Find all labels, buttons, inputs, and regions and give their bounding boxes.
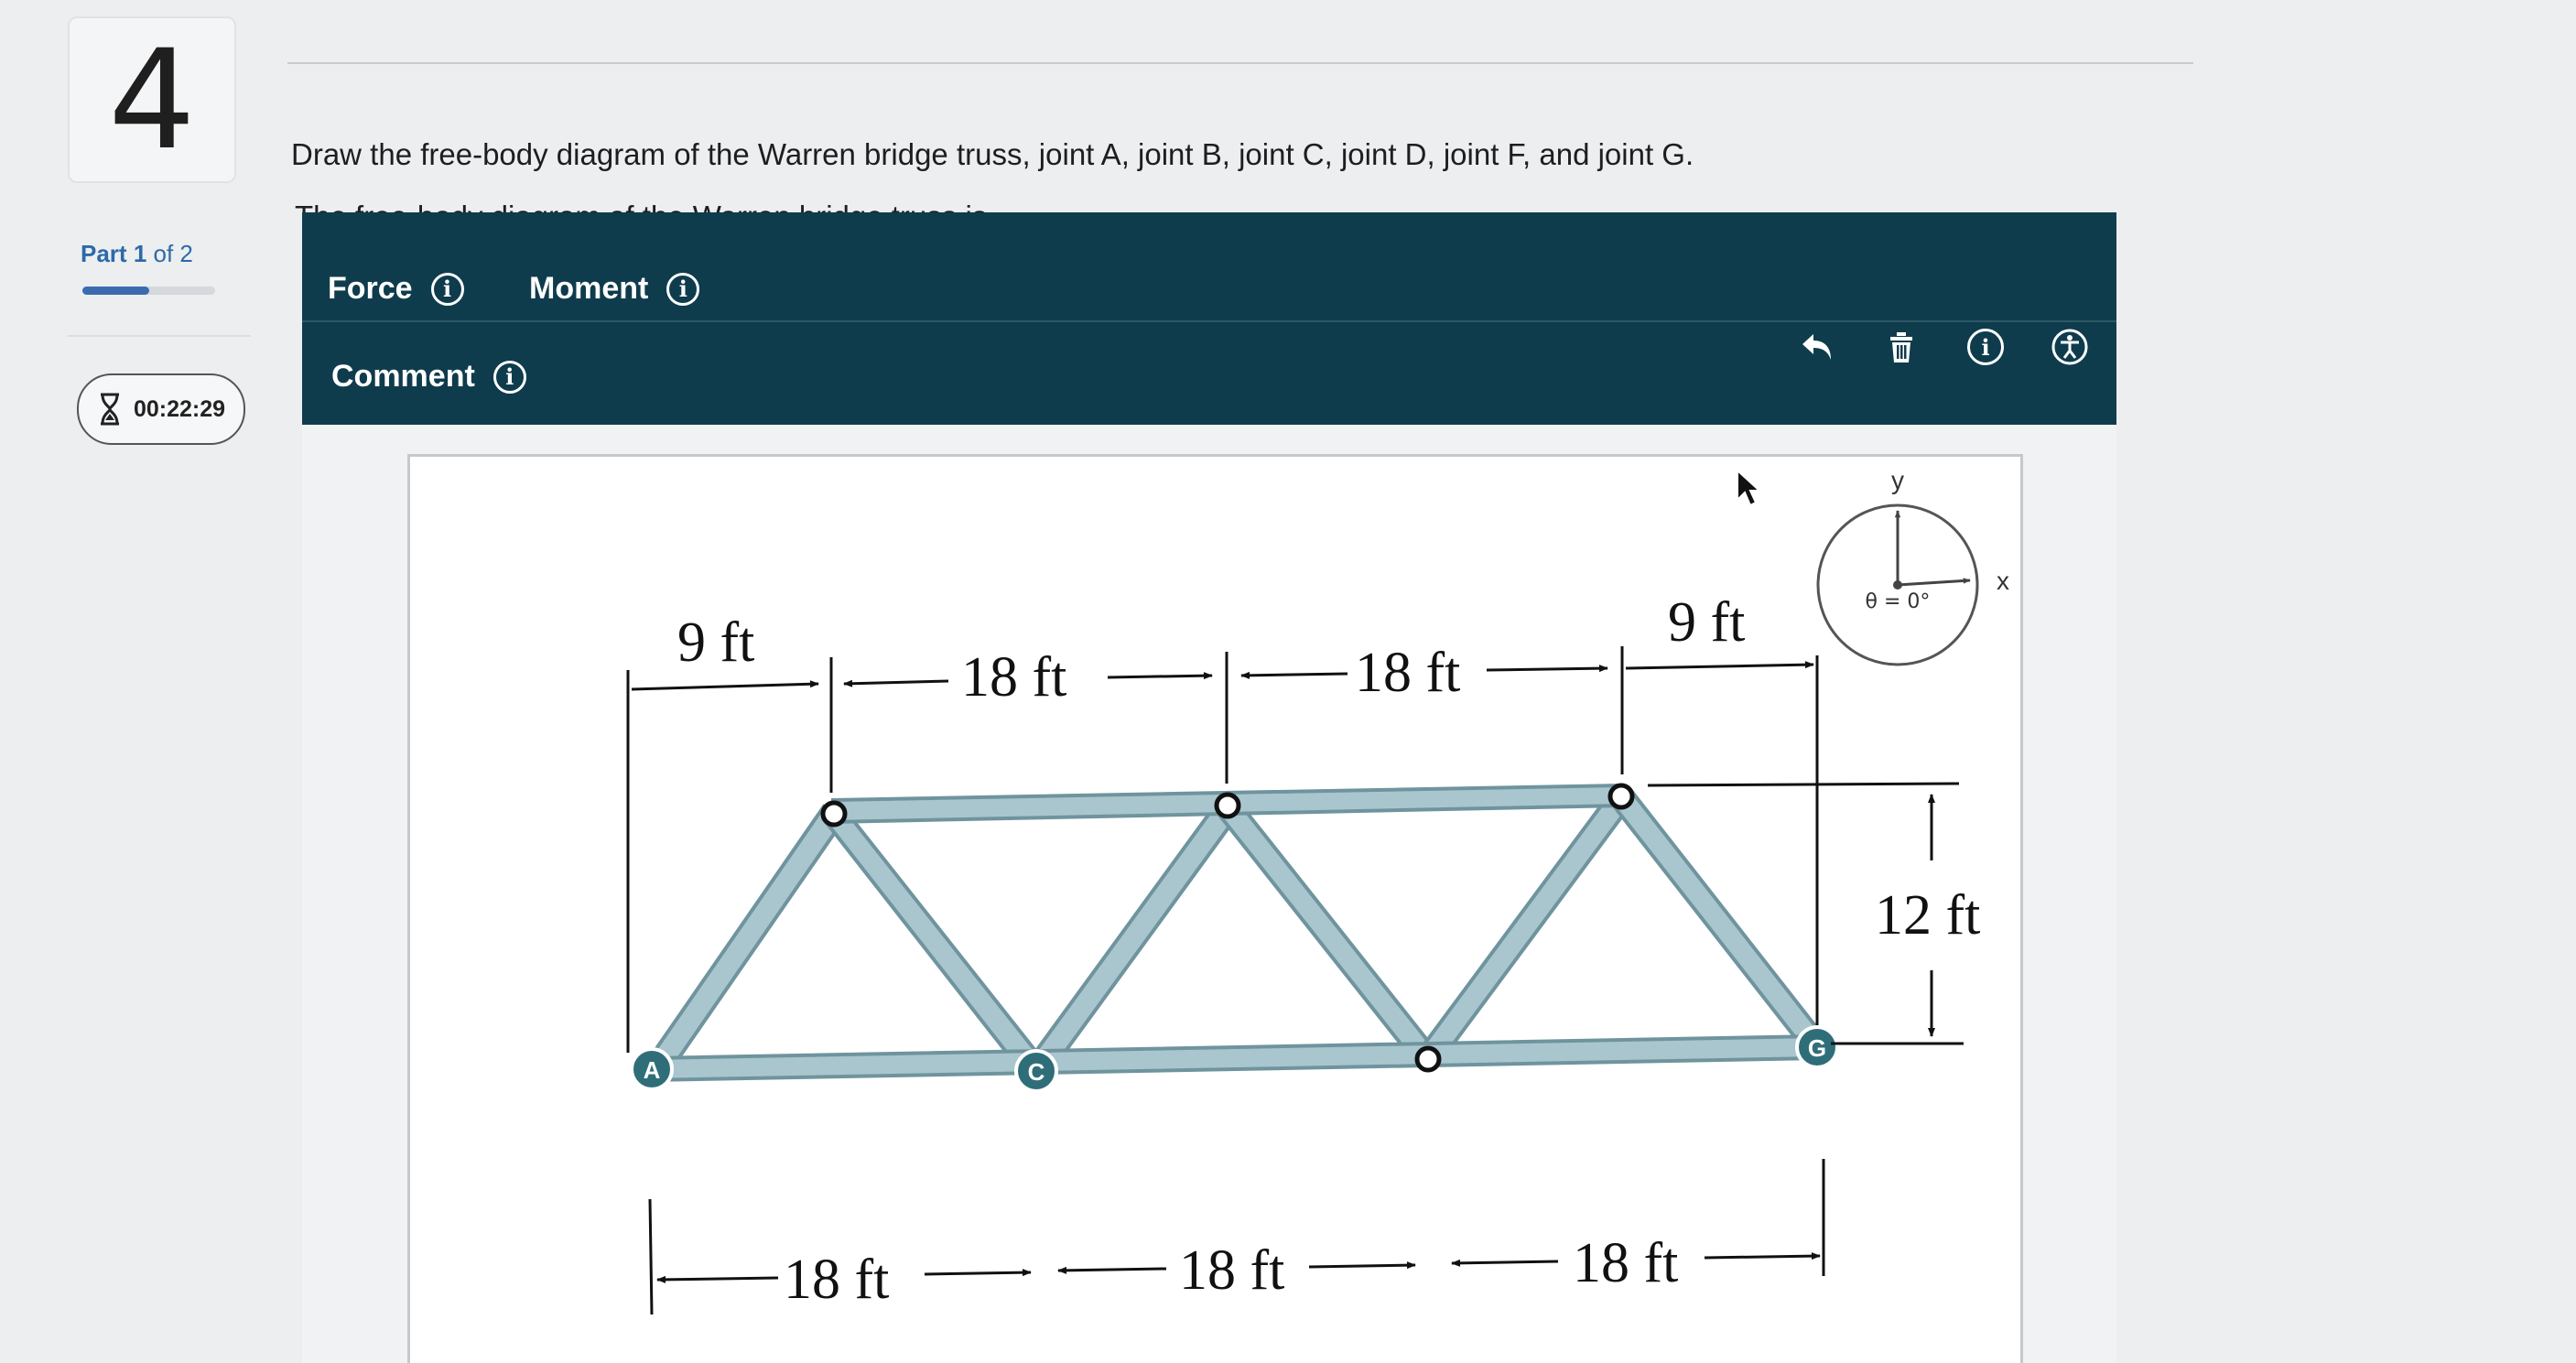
axis-indicator[interactable]: y x θ = 0° [1816,466,2009,666]
bottom-dimension-labels: 18 ft 18 ft 18 ft [784,1232,1678,1311]
dim-bottom-3: 18 ft [1573,1232,1678,1294]
member-CD [1023,798,1241,1080]
joint-label-A: A [644,1056,661,1084]
dim-top-2: 18 ft [961,646,1066,709]
joint-D[interactable] [1214,792,1241,819]
joint-C[interactable]: C [1014,1049,1058,1093]
joint-A[interactable]: A [630,1047,674,1091]
dim-bottom-2: 18 ft [1179,1239,1284,1302]
cursor-icon [1737,468,1762,507]
member-BC [821,804,1049,1080]
dim-top-1: 9 ft [677,611,754,674]
joint-G[interactable]: G [1795,1025,1839,1069]
joint-label-G: G [1808,1034,1826,1062]
member-FG [1609,788,1829,1055]
joint-F[interactable] [1607,783,1635,810]
joint-E[interactable] [1414,1045,1442,1073]
axis-x-label: x [1997,567,2009,595]
truss-figure: A C G 9 ft 18 ft 18 ft 9 ft 12 ft 18 ft … [626,466,2009,1315]
axis-y-label: y [1891,466,1904,494]
top-dimension-labels: 9 ft 18 ft 18 ft 9 ft 12 ft [677,591,1980,947]
dim-top-4: 9 ft [1668,591,1745,654]
member-AB [638,804,847,1087]
member-bottom-chord [650,1033,1819,1083]
joint-label-C: C [1028,1058,1045,1086]
truss-members [638,783,1829,1087]
dim-top-3: 18 ft [1355,642,1460,704]
member-DE [1216,798,1440,1068]
dim-height: 12 ft [1875,884,1980,947]
joint-B[interactable] [820,800,848,828]
angle-label: θ = 0° [1866,590,1931,613]
dim-bottom-1: 18 ft [784,1249,889,1311]
member-EF [1415,788,1634,1068]
